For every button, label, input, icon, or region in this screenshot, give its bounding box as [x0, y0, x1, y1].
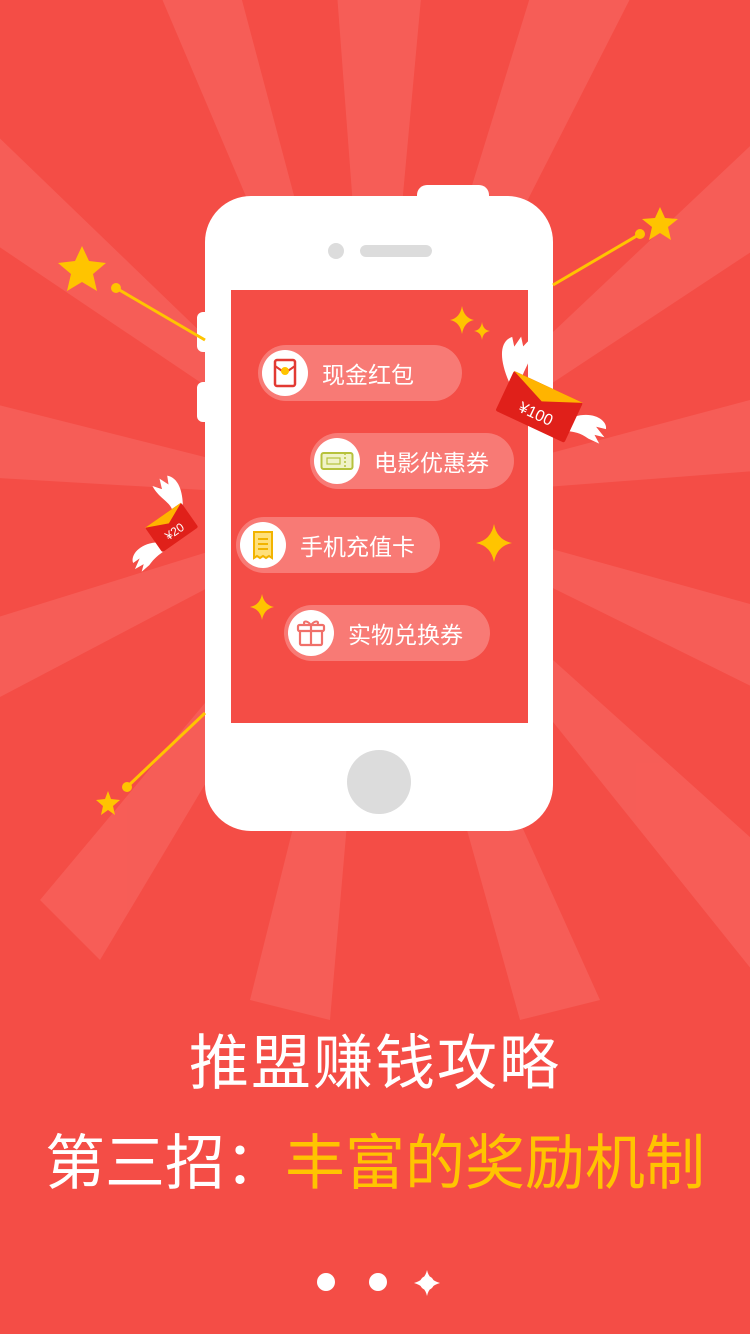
page-subtitle: 第三招：丰富的奖励机制 [0, 1122, 750, 1206]
pill-label: 实物兑换券 [348, 623, 463, 649]
pill-label: 现金红包 [322, 363, 414, 389]
movie-ticket-icon [314, 438, 360, 484]
red-envelope-icon [262, 350, 308, 396]
recharge-card-icon [240, 522, 286, 568]
page-title: 推盟赚钱攻略 [189, 1029, 561, 1099]
phone-camera [328, 243, 344, 259]
subtitle-accent: 丰富的奖励机制 [285, 1129, 705, 1199]
gift-box-icon [288, 610, 334, 656]
pill-phone-recharge-card: 手机充值卡 [236, 517, 440, 573]
page-dot-active-icon[interactable] [412, 1268, 442, 1298]
page-dot-2[interactable] [369, 1273, 387, 1291]
subtitle-prefix: 第三招： [45, 1129, 285, 1199]
pill-goods-voucher: 实物兑换券 [284, 605, 490, 661]
page-indicator [0, 1268, 750, 1298]
phone-home-button [347, 750, 411, 814]
pill-movie-coupon: 电影优惠券 [310, 433, 514, 489]
pill-label: 电影优惠券 [374, 451, 489, 477]
pill-cash-red-envelope: 现金红包 [258, 345, 462, 401]
pill-label: 手机充值卡 [300, 535, 415, 561]
page-dot-1[interactable] [317, 1273, 335, 1291]
phone-speaker [360, 245, 432, 257]
